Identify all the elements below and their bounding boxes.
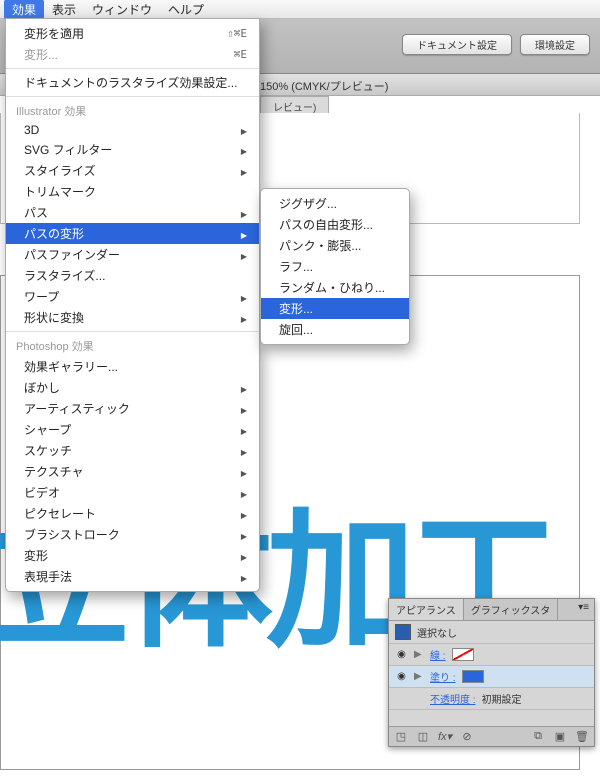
fill-label[interactable]: 塗り : [430,669,456,684]
trash-icon[interactable]: 🗑 [574,730,590,743]
menu-item-ai-2[interactable]: スタイライズ [6,160,259,181]
new-fill-icon[interactable]: ◳ [393,730,409,743]
stroke-swatch-none-icon[interactable] [452,648,474,661]
menu-item-ai-1[interactable]: SVG フィルター [6,139,259,160]
selection-label: 選択なし [417,625,457,640]
menu-item-ps-3[interactable]: シャープ [6,419,259,440]
submenu-item-4[interactable]: ランダム・ひねり... [261,277,409,298]
menu-item-ps-4[interactable]: スケッチ [6,440,259,461]
menu-view[interactable]: 表示 [44,0,84,20]
menu-item-ai-6[interactable]: パスファインダー [6,244,259,265]
disclosure-triangle-icon[interactable]: ▶ [414,649,424,660]
panel-flyout-menu-icon[interactable]: ▾≡ [573,599,594,620]
menu-category-label: Photoshop 効果 [6,335,259,356]
submenu-item-0[interactable]: ジグザグ... [261,193,409,214]
menu-item-ps-0[interactable]: 効果ギャラリー... [6,356,259,377]
disclosure-triangle-icon[interactable]: ▶ [414,671,424,682]
visibility-eye-icon[interactable]: ◉ [395,649,408,660]
document-setup-button[interactable]: ドキュメント設定 [402,34,512,55]
preferences-button[interactable]: 環境設定 [520,34,590,55]
panel-stroke-row[interactable]: ◉ ▶ 線 : [389,644,594,666]
visibility-eye-icon[interactable]: ◉ [395,671,408,682]
menu-item-ai-5[interactable]: パスの変形 [6,223,259,244]
new-stroke-icon[interactable]: ◫ [415,730,431,743]
document-title-text: 150% (CMYK/プレビュー) [260,81,388,93]
menu-item-変形を適用[interactable]: 変形を適用⇧⌘E [6,23,259,44]
menu-item-ai-7[interactable]: ラスタライズ... [6,265,259,286]
effects-menu-dropdown: 変形を適用⇧⌘E変形...⌘E ドキュメントのラスタライズ効果設定... Illus… [5,18,260,592]
menu-help[interactable]: ヘルプ [160,0,212,20]
menu-item-ai-9[interactable]: 形状に変換 [6,307,259,328]
fill-swatch-icon[interactable] [462,670,484,683]
clear-appearance-icon[interactable]: ⊘ [459,730,475,743]
menu-item-ps-7[interactable]: ピクセレート [6,503,259,524]
menubar: 効果 表示 ウィンドウ ヘルプ [0,0,600,19]
new-item-icon[interactable]: ▣ [552,730,568,743]
menu-item-ai-3[interactable]: トリムマーク [6,181,259,202]
opacity-value: 初期設定 [482,691,522,706]
submenu-item-5[interactable]: 変形... [261,298,409,319]
submenu-item-3[interactable]: ラフ... [261,256,409,277]
panel-toolbar: ◳ ◫ fx▾ ⊘ ⧉ ▣ 🗑 [389,726,594,746]
menu-item-ps-1[interactable]: ぼかし [6,377,259,398]
menu-item-ai-0[interactable]: 3D [6,121,259,139]
menu-category-label: Illustrator 効果 [6,100,259,121]
menu-item-ai-8[interactable]: ワープ [6,286,259,307]
menu-item-ps-8[interactable]: ブラシストローク [6,524,259,545]
menu-item-ps-9[interactable]: 変形 [6,545,259,566]
submenu-item-6[interactable]: 旋回... [261,319,409,340]
menu-item-ps-5[interactable]: テクスチャ [6,461,259,482]
panel-tab-appearance[interactable]: アピアランス [389,599,464,620]
menu-effects[interactable]: 効果 [4,0,44,20]
duplicate-icon[interactable]: ⧉ [530,730,546,743]
appearance-panel[interactable]: アピアランス グラフィックスタ ▾≡ 選択なし ◉ ▶ 線 : ◉ ▶ 塗り :… [388,598,595,747]
menu-separator [6,68,259,69]
selection-thumb-icon [395,624,411,640]
menu-item-変形...: 変形...⌘E [6,44,259,65]
panel-fill-row[interactable]: ◉ ▶ 塗り : [389,666,594,688]
menu-window[interactable]: ウィンドウ [84,0,160,20]
opacity-label[interactable]: 不透明度 : [430,691,476,706]
panel-blank-row [389,710,594,726]
panel-selection-row: 選択なし [389,621,594,644]
menu-item-ai-4[interactable]: パス [6,202,259,223]
menu-item-rasterize-settings[interactable]: ドキュメントのラスタライズ効果設定... [6,72,259,93]
menu-separator [6,96,259,97]
add-effect-icon[interactable]: fx▾ [437,730,453,743]
submenu-item-1[interactable]: パスの自由変形... [261,214,409,235]
menu-item-ps-10[interactable]: 表現手法 [6,566,259,587]
menu-item-ps-6[interactable]: ビデオ [6,482,259,503]
path-distort-submenu: ジグザグ...パスの自由変形...パンク・膨張...ラフ...ランダム・ひねり.… [260,188,410,345]
menu-separator [6,331,259,332]
menu-item-ps-2[interactable]: アーティスティック [6,398,259,419]
stroke-label[interactable]: 線 : [430,647,446,662]
panel-opacity-row[interactable]: ◉ ▶ 不透明度 : 初期設定 [389,688,594,710]
submenu-item-2[interactable]: パンク・膨張... [261,235,409,256]
panel-tab-graphic-styles[interactable]: グラフィックスタ [464,599,559,620]
